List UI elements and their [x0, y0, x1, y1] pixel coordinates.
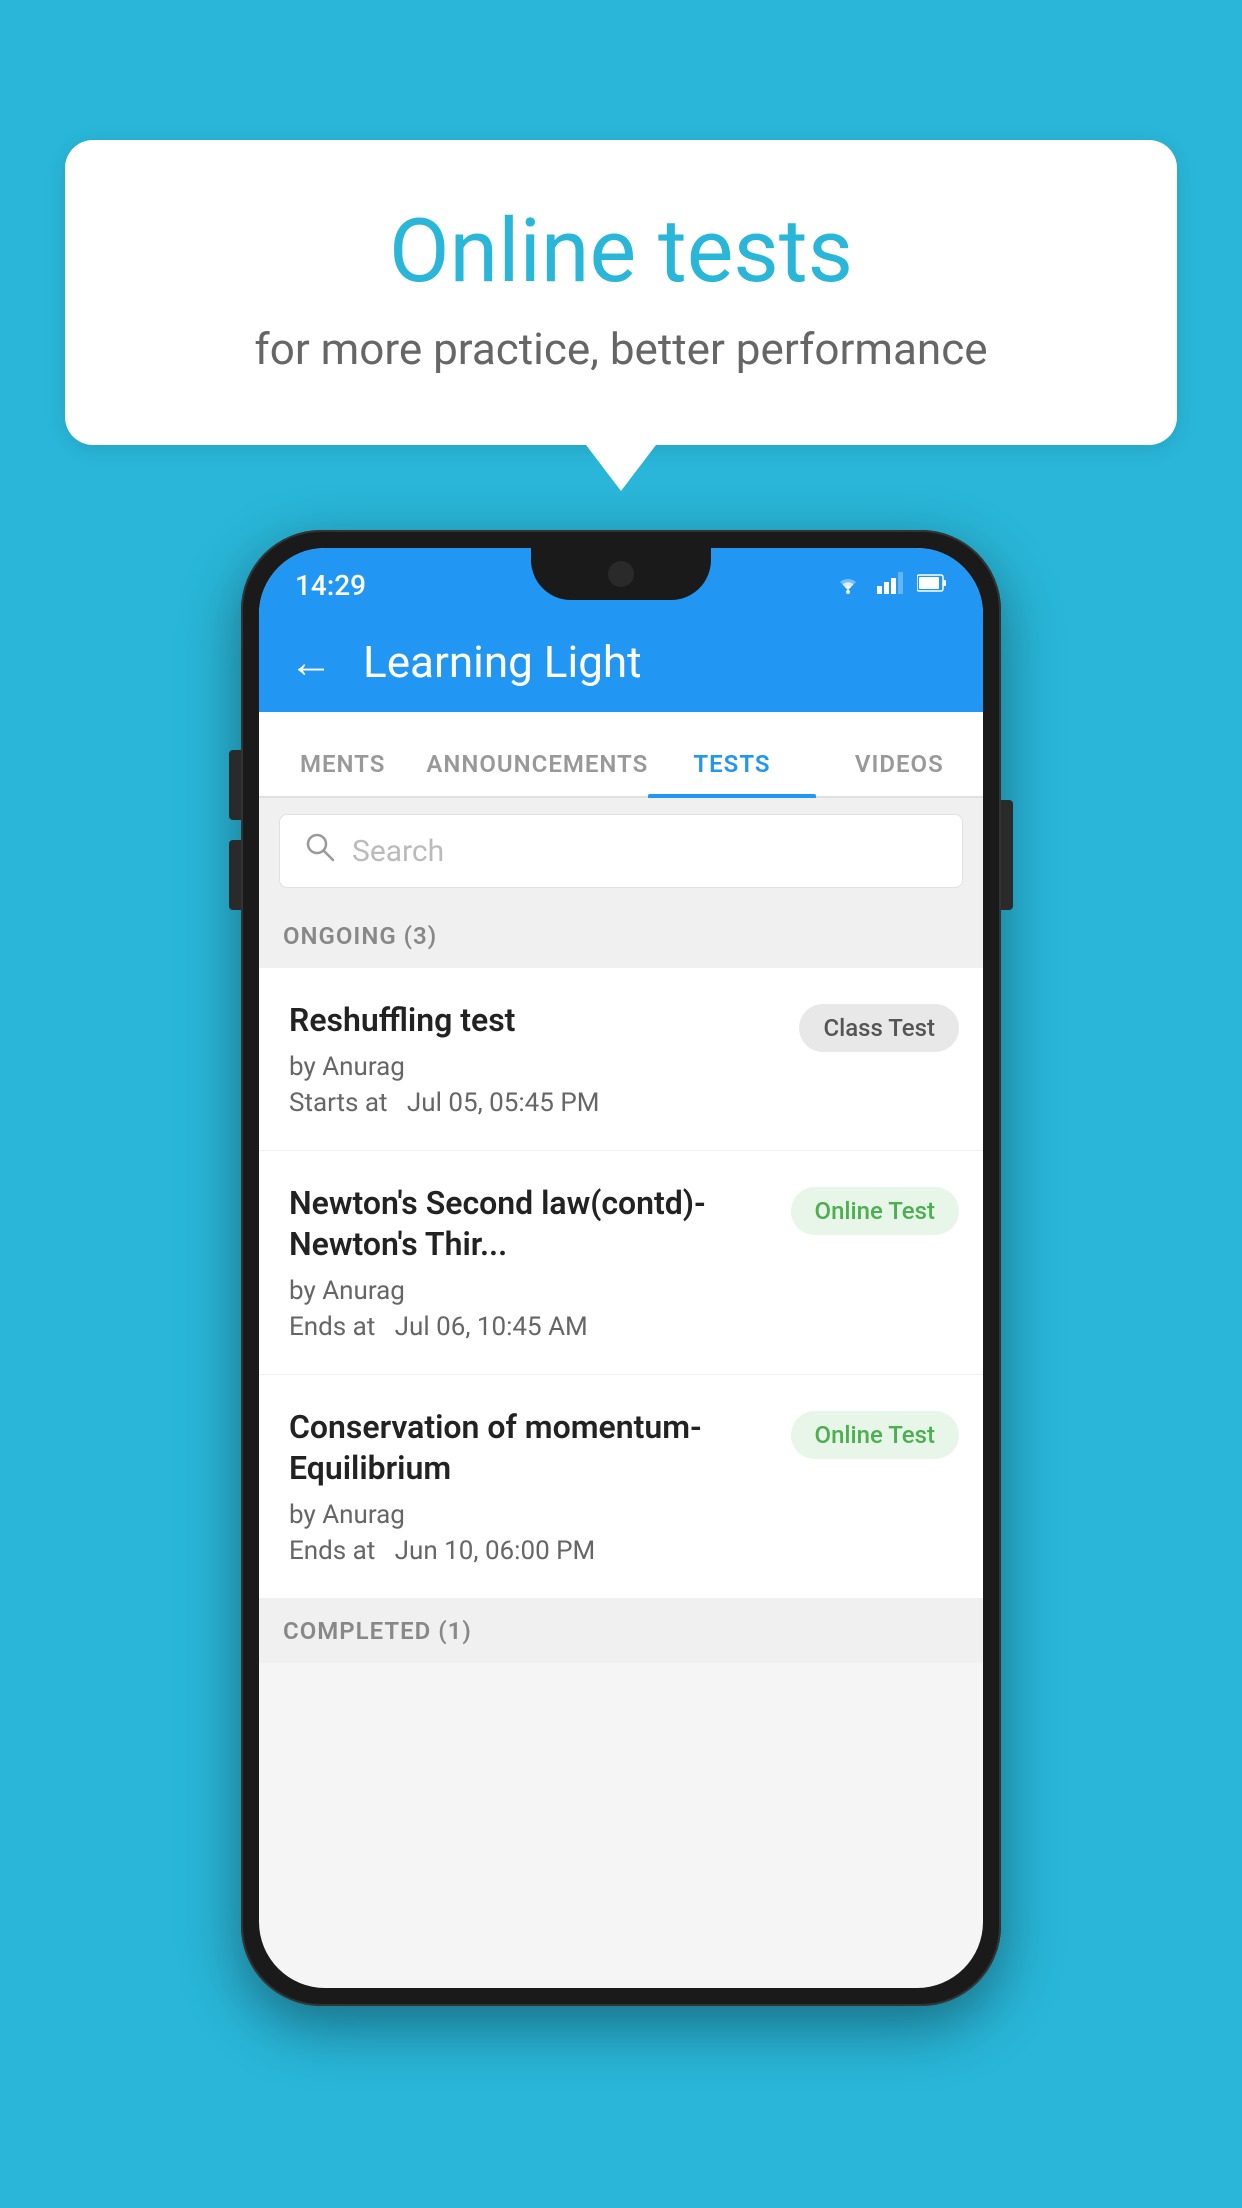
phone-screen: 14:29: [259, 548, 983, 1988]
test-author: by Anurag: [289, 1052, 779, 1082]
phone-outer: 14:29: [241, 530, 1001, 2006]
app-title: Learning Light: [363, 636, 642, 688]
search-icon: [304, 831, 336, 871]
app-bar: ← Learning Light: [259, 612, 983, 712]
phone-inner: 14:29: [259, 548, 983, 1988]
test-date: Ends at Jul 06, 10:45 AM: [289, 1312, 771, 1342]
test-badge-class: Class Test: [799, 1004, 959, 1052]
test-badge-online: Online Test: [791, 1411, 959, 1459]
phone-notch: [531, 548, 711, 600]
test-info: Newton's Second law(contd)-Newton's Thir…: [289, 1183, 771, 1342]
volume-up-button: [229, 750, 241, 820]
phone-camera: [608, 561, 634, 587]
bubble-title: Online tests: [145, 200, 1097, 303]
phone-container: 14:29: [241, 530, 1001, 2006]
test-info: Conservation of momentum-Equilibrium by …: [289, 1407, 771, 1566]
back-button[interactable]: ←: [289, 636, 333, 688]
test-item[interactable]: Conservation of momentum-Equilibrium by …: [259, 1375, 983, 1599]
search-container: Search: [259, 798, 983, 904]
search-bar[interactable]: Search: [279, 814, 963, 888]
completed-section-header: COMPLETED (1): [259, 1599, 983, 1663]
search-placeholder: Search: [352, 834, 444, 869]
tab-announcements[interactable]: ANNOUNCEMENTS: [426, 750, 648, 796]
test-author: by Anurag: [289, 1500, 771, 1530]
status-icons: [833, 572, 947, 598]
test-badge-online: Online Test: [791, 1187, 959, 1235]
signal-icon: [877, 572, 903, 598]
speech-bubble-container: Online tests for more practice, better p…: [65, 140, 1177, 445]
wifi-icon: [833, 572, 863, 598]
test-date: Ends at Jun 10, 06:00 PM: [289, 1536, 771, 1566]
tabs-bar: MENTS ANNOUNCEMENTS TESTS VIDEOS: [259, 712, 983, 798]
tab-tests[interactable]: TESTS: [648, 750, 815, 796]
test-list: Reshuffling test by Anurag Starts at Jul…: [259, 968, 983, 1599]
test-name: Newton's Second law(contd)-Newton's Thir…: [289, 1183, 771, 1266]
test-item[interactable]: Newton's Second law(contd)-Newton's Thir…: [259, 1151, 983, 1375]
test-date: Starts at Jul 05, 05:45 PM: [289, 1088, 779, 1118]
ongoing-section-header: ONGOING (3): [259, 904, 983, 968]
test-name: Conservation of momentum-Equilibrium: [289, 1407, 771, 1490]
tab-ments[interactable]: MENTS: [259, 750, 426, 796]
bubble-subtitle: for more practice, better performance: [145, 323, 1097, 375]
speech-bubble: Online tests for more practice, better p…: [65, 140, 1177, 445]
status-time: 14:29: [295, 569, 366, 602]
volume-down-button: [229, 840, 241, 910]
test-item[interactable]: Reshuffling test by Anurag Starts at Jul…: [259, 968, 983, 1151]
power-button: [1001, 800, 1013, 910]
test-info: Reshuffling test by Anurag Starts at Jul…: [289, 1000, 779, 1118]
tab-videos[interactable]: VIDEOS: [816, 750, 983, 796]
battery-icon: [917, 572, 947, 598]
test-name: Reshuffling test: [289, 1000, 779, 1042]
test-author: by Anurag: [289, 1276, 771, 1306]
